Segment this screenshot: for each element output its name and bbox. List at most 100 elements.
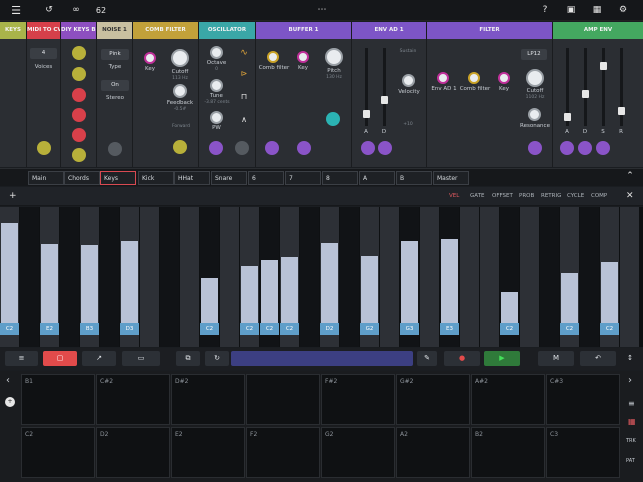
step-note-label[interactable]: C2: [260, 323, 279, 335]
resonance-knob[interactable]: [528, 108, 541, 121]
metronome-icon[interactable]: M: [538, 351, 574, 366]
tab-chords[interactable]: Chords: [64, 171, 100, 185]
jack-icon[interactable]: [72, 88, 86, 102]
jack-icon[interactable]: [361, 141, 375, 155]
step-column[interactable]: [420, 207, 439, 347]
pitch-knob[interactable]: [325, 48, 343, 66]
step-column[interactable]: [140, 207, 159, 347]
tab-b[interactable]: B: [396, 171, 432, 185]
pad[interactable]: [246, 374, 320, 425]
step-note-label[interactable]: D3: [120, 323, 139, 335]
step-column[interactable]: C2: [500, 207, 519, 347]
tab-a[interactable]: A: [359, 171, 395, 185]
step-column[interactable]: C2: [260, 207, 279, 347]
jack-icon[interactable]: [72, 46, 86, 60]
decay-slider[interactable]: [584, 48, 587, 126]
collapse-icon[interactable]: ⌃: [623, 170, 637, 183]
jack-icon[interactable]: [378, 141, 392, 155]
curve-icon[interactable]: ↗: [82, 351, 116, 366]
grid-color-icon[interactable]: ▦: [628, 417, 636, 426]
jack-icon[interactable]: [209, 141, 223, 155]
pad[interactable]: A#2: [471, 374, 545, 425]
step-note-label[interactable]: G2: [360, 323, 379, 335]
prev-icon[interactable]: ‹: [6, 375, 10, 386]
step-note-label[interactable]: C2: [0, 323, 19, 335]
velocity-bar[interactable]: [81, 245, 98, 323]
cutoff-knob[interactable]: [526, 69, 544, 87]
attack-slider-handle[interactable]: [363, 110, 370, 118]
mode-cycle[interactable]: CYCLE: [567, 193, 584, 199]
pad[interactable]: C3: [546, 427, 620, 478]
decay-slider-handle[interactable]: [582, 90, 589, 98]
jack-icon[interactable]: [72, 67, 86, 81]
step-column[interactable]: C2: [280, 207, 299, 347]
velocity-bar[interactable]: [501, 292, 518, 323]
triangle-wave-icon[interactable]: ∧: [238, 115, 250, 124]
step-column[interactable]: B3: [80, 207, 99, 347]
jack-icon[interactable]: [72, 128, 86, 142]
release-slider-handle[interactable]: [618, 107, 625, 115]
step-column[interactable]: [540, 207, 559, 347]
jack-icon[interactable]: [326, 112, 340, 126]
filter-mode-select[interactable]: LP12: [521, 49, 547, 60]
record-button[interactable]: ●: [444, 351, 480, 366]
tab-keys[interactable]: Keys: [100, 171, 136, 185]
stereo-toggle[interactable]: On: [101, 80, 129, 91]
step-column[interactable]: G2: [360, 207, 379, 347]
step-column[interactable]: C2: [240, 207, 259, 347]
jack-icon[interactable]: [265, 141, 279, 155]
sync-icon[interactable]: ↺: [43, 4, 55, 17]
velocity-bar[interactable]: [561, 273, 578, 323]
next-icon[interactable]: ›: [628, 375, 632, 386]
pad[interactable]: B2: [471, 427, 545, 478]
jack-icon[interactable]: [297, 141, 311, 155]
list-icon[interactable]: ≡: [628, 399, 635, 408]
help-icon[interactable]: ?: [540, 4, 550, 17]
play-button[interactable]: ▶: [484, 351, 520, 366]
tune-knob[interactable]: [210, 79, 223, 92]
pad[interactable]: E2: [171, 427, 245, 478]
view-icon[interactable]: ▭: [122, 351, 160, 366]
tab-8[interactable]: 8: [322, 171, 358, 185]
velocity-knob[interactable]: [402, 74, 415, 87]
loop-icon[interactable]: ↻: [205, 351, 229, 366]
copy-icon[interactable]: ⧉: [176, 351, 200, 366]
step-note-label[interactable]: C2: [600, 323, 619, 335]
step-column[interactable]: [180, 207, 199, 347]
mode-retrig[interactable]: RETRIG: [541, 193, 561, 199]
mode-comp[interactable]: COMP: [591, 193, 607, 199]
step-column[interactable]: [380, 207, 399, 347]
jack-icon[interactable]: [578, 141, 592, 155]
type-select[interactable]: Pink: [101, 49, 129, 60]
pw-knob[interactable]: [210, 111, 223, 124]
bpm-display[interactable]: 62: [94, 4, 108, 17]
sustain-slider[interactable]: [602, 48, 605, 126]
velocity-bar[interactable]: [241, 266, 258, 323]
saw-wave-icon[interactable]: ⊳: [238, 69, 250, 78]
step-column[interactable]: E3: [440, 207, 459, 347]
sine-wave-icon[interactable]: ∿: [238, 48, 250, 58]
attack-slider-handle[interactable]: [564, 113, 571, 121]
mode-vel[interactable]: VEL: [449, 193, 459, 199]
jack-icon[interactable]: [596, 141, 610, 155]
pad[interactable]: G2: [321, 427, 395, 478]
trk-label[interactable]: TRK: [626, 438, 636, 444]
mode-offset[interactable]: OFFSET: [492, 193, 513, 199]
add-circle-icon[interactable]: +: [5, 397, 15, 407]
jack-icon[interactable]: [37, 141, 51, 155]
jack-icon[interactable]: [173, 140, 187, 154]
jack-icon[interactable]: [528, 141, 542, 155]
menu-icon[interactable]: ☰: [9, 4, 23, 17]
decay-slider[interactable]: [383, 48, 386, 126]
decay-slider-handle[interactable]: [381, 96, 388, 104]
step-note-label[interactable]: C2: [500, 323, 519, 335]
window-icon[interactable]: ▣: [566, 4, 576, 17]
pattern-icon[interactable]: ≡: [5, 351, 38, 366]
step-column[interactable]: C2: [0, 207, 19, 347]
pat-label[interactable]: PAT: [626, 458, 635, 464]
step-column[interactable]: [620, 207, 639, 347]
step-column[interactable]: G3: [400, 207, 419, 347]
step-note-label[interactable]: E2: [40, 323, 59, 335]
resize-icon[interactable]: ↕: [623, 351, 637, 366]
step-column[interactable]: [480, 207, 499, 347]
